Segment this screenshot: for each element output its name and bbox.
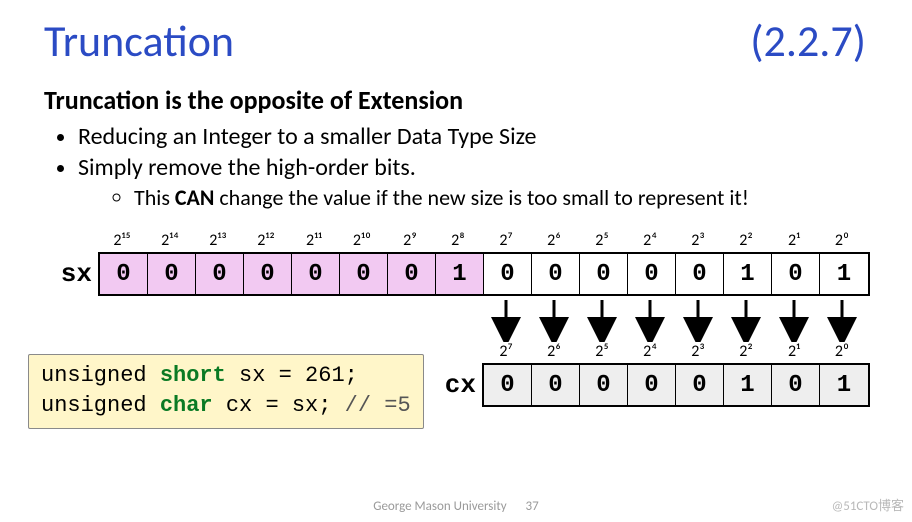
sx-bit: 1 bbox=[436, 254, 484, 294]
cx-bit: 0 bbox=[628, 365, 676, 405]
code-line-1: unsigned short sx = 261; bbox=[41, 361, 411, 391]
code-line-2: unsigned char cx = sx; // =5 bbox=[41, 391, 411, 421]
sx-pow: 2¹¹ bbox=[290, 231, 338, 250]
sub-bullet-1: This CAN change the value if the new siz… bbox=[134, 184, 872, 211]
truncation-arrows bbox=[44, 296, 874, 342]
footer-text: George Mason University 37 bbox=[0, 499, 912, 514]
bullet-2: Simply remove the high-order bits. bbox=[78, 153, 872, 182]
sx-pow: 2² bbox=[722, 231, 770, 250]
sx-pow: 2⁴ bbox=[626, 231, 674, 250]
sx-pow: 2⁹ bbox=[386, 231, 434, 250]
cx-pow: 2⁶ bbox=[530, 342, 578, 361]
sx-pow: 2³ bbox=[674, 231, 722, 250]
sx-bit: 1 bbox=[820, 254, 868, 294]
cx-pow: 2³ bbox=[674, 342, 722, 361]
sx-bit: 0 bbox=[532, 254, 580, 294]
cx-pow: 2⁵ bbox=[578, 342, 626, 361]
sx-bit: 0 bbox=[772, 254, 820, 294]
sx-power-row: 2¹⁵ 2¹⁴ 2¹³ 2¹² 2¹¹ 2¹⁰ 2⁹ 2⁸ 2⁷ 2⁶ 2⁵ 2… bbox=[98, 231, 872, 250]
sx-bit: 0 bbox=[244, 254, 292, 294]
bullet-list: Reducing an Integer to a smaller Data Ty… bbox=[44, 122, 872, 211]
cx-power-row: 2⁷ 2⁶ 2⁵ 2⁴ 2³ 2² 2¹ 2⁰ bbox=[482, 342, 872, 361]
cx-pow: 2⁴ bbox=[626, 342, 674, 361]
sx-row: sx 0 0 0 0 0 0 0 1 0 0 0 0 0 1 0 1 bbox=[44, 252, 872, 296]
sx-pow: 2¹⁵ bbox=[98, 231, 146, 250]
cx-pow: 2⁰ bbox=[818, 342, 866, 361]
watermark: @51CTO博客 bbox=[832, 495, 904, 514]
page-number: 37 bbox=[526, 499, 539, 514]
sx-pow: 2⁰ bbox=[818, 231, 866, 250]
bullet-1: Reducing an Integer to a smaller Data Ty… bbox=[78, 122, 872, 151]
cx-pow: 2⁷ bbox=[482, 342, 530, 361]
sx-pow: 2¹ bbox=[770, 231, 818, 250]
cx-bit: 0 bbox=[772, 365, 820, 405]
cx-bit: 1 bbox=[724, 365, 772, 405]
sx-pow: 2¹⁴ bbox=[146, 231, 194, 250]
sx-pow: 2¹⁰ bbox=[338, 231, 386, 250]
sx-pow: 2⁶ bbox=[530, 231, 578, 250]
sx-bit: 0 bbox=[676, 254, 724, 294]
sx-bit: 0 bbox=[484, 254, 532, 294]
cx-row: cx 0 0 0 0 0 1 0 1 bbox=[428, 363, 872, 407]
sx-pow: 2⁵ bbox=[578, 231, 626, 250]
cx-bit: 0 bbox=[580, 365, 628, 405]
sx-pow: 2¹³ bbox=[194, 231, 242, 250]
sx-bit: 1 bbox=[724, 254, 772, 294]
cx-label: cx bbox=[428, 363, 482, 407]
sx-bit: 0 bbox=[388, 254, 436, 294]
title-row: Truncation (2.2.7) bbox=[44, 14, 872, 68]
sx-bit: 0 bbox=[292, 254, 340, 294]
cx-bit: 1 bbox=[820, 365, 868, 405]
code-example: unsigned short sx = 261; unsigned char c… bbox=[28, 354, 424, 429]
sx-label: sx bbox=[44, 252, 98, 296]
sx-pow: 2¹² bbox=[242, 231, 290, 250]
sx-bit: 0 bbox=[100, 254, 148, 294]
sx-bit: 0 bbox=[628, 254, 676, 294]
sx-pow: 2⁸ bbox=[434, 231, 482, 250]
cx-bit: 0 bbox=[676, 365, 724, 405]
cx-pow: 2² bbox=[722, 342, 770, 361]
sx-pow: 2⁷ bbox=[482, 231, 530, 250]
sx-bit: 0 bbox=[196, 254, 244, 294]
cx-bit: 0 bbox=[532, 365, 580, 405]
sx-bit: 0 bbox=[340, 254, 388, 294]
cx-bit: 0 bbox=[484, 365, 532, 405]
sx-bit: 0 bbox=[580, 254, 628, 294]
cx-pow: 2¹ bbox=[770, 342, 818, 361]
section-reference: (2.2.7) bbox=[750, 14, 866, 68]
subtitle: Truncation is the opposite of Extension bbox=[44, 84, 872, 116]
sx-bit: 0 bbox=[148, 254, 196, 294]
slide-title: Truncation bbox=[44, 14, 234, 68]
